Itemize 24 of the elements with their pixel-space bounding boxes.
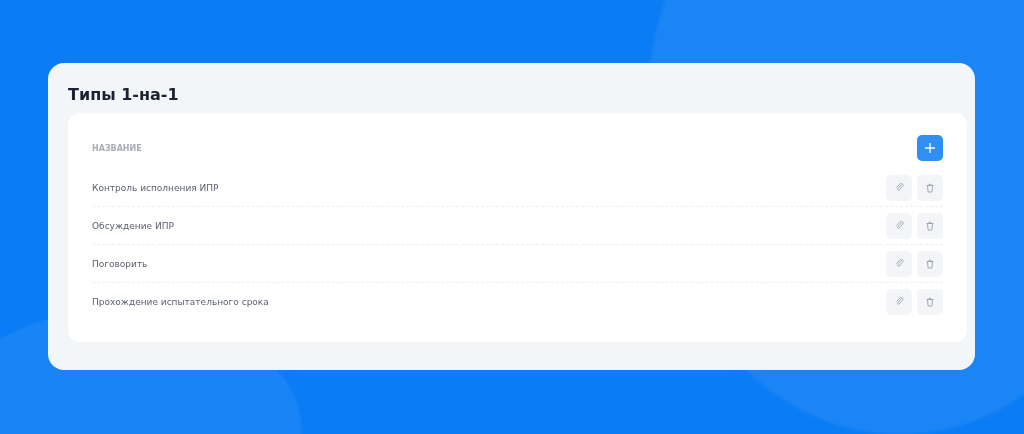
edit-button[interactable]: [886, 250, 912, 277]
paperclip-icon: [894, 259, 904, 268]
delete-button[interactable]: [917, 288, 943, 315]
trash-icon: [925, 182, 935, 193]
row-name: Контроль исполнения ИПР: [92, 182, 219, 193]
edit-button[interactable]: [886, 174, 912, 201]
edit-button[interactable]: [886, 212, 912, 239]
delete-button[interactable]: [917, 174, 943, 201]
page-title: Типы 1-на-1: [68, 85, 180, 105]
paperclip-icon: [894, 221, 904, 230]
row-name: Поговорить: [92, 258, 148, 269]
row-name: Прохождение испытательного срока: [92, 296, 269, 307]
add-button[interactable]: [917, 135, 943, 161]
trash-icon: [925, 220, 935, 231]
paperclip-icon: [894, 183, 904, 192]
edit-button[interactable]: [886, 288, 912, 315]
delete-button[interactable]: [917, 250, 943, 277]
trash-icon: [925, 258, 935, 269]
delete-button[interactable]: [917, 212, 943, 239]
row-name: Обсуждение ИПР: [92, 220, 174, 231]
column-header: НАЗВАНИЕ: [92, 143, 142, 153]
plus-icon: [925, 143, 935, 153]
trash-icon: [925, 296, 935, 307]
paperclip-icon: [894, 297, 904, 306]
